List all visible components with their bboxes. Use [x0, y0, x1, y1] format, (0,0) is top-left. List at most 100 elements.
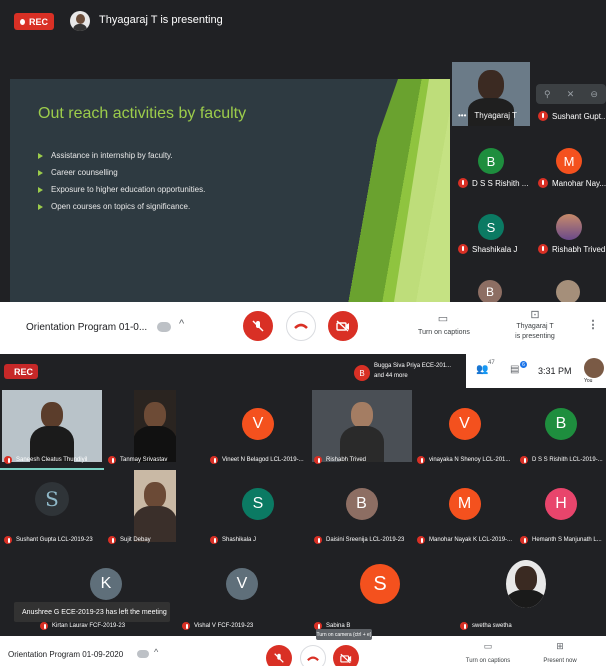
mic-off-icon — [108, 456, 116, 464]
participant-video — [312, 390, 412, 462]
chevron-up-icon[interactable]: ^ — [154, 647, 158, 657]
participant-video — [506, 560, 546, 608]
bullet-arrow-icon — [38, 169, 43, 176]
participant-tile[interactable]: S Sabina B — [310, 550, 450, 636]
participant-tile[interactable]: Saneesh Cleatus Thundiyil — [0, 390, 104, 470]
participant-tile[interactable]: swetha swetha — [456, 550, 596, 636]
participant-tile[interactable]: ⚲ ✕ ⊖ Sushant Gupt... — [532, 62, 606, 126]
participant-avatar: V — [226, 568, 258, 600]
participant-tile[interactable]: Vvinayaka N Shenoy LCL-201... — [413, 390, 516, 470]
present-icon[interactable]: ⊡ — [525, 308, 545, 321]
mic-off-icon — [460, 622, 468, 630]
participant-name: Hemanth S Manjunath L... — [520, 536, 604, 544]
participant-avatar: B — [478, 280, 502, 302]
participant-name: Sushant Gupta LCL-2019-23 — [4, 536, 102, 544]
participant-avatar: S — [242, 488, 274, 520]
record-dot-icon — [20, 18, 25, 25]
participant-tile[interactable]: Rishabh Trived — [310, 390, 413, 470]
participant-video — [134, 390, 176, 462]
participant-tile[interactable]: B D S S Rishith ... — [452, 140, 530, 196]
mic-off-icon — [314, 456, 322, 464]
people-icon[interactable]: 👥 — [476, 364, 488, 375]
participant-avatar: B — [478, 148, 504, 174]
camera-toggle-button[interactable] — [328, 311, 358, 341]
slide-bullet: Open courses on topics of significance. — [38, 202, 205, 211]
self-avatar[interactable] — [584, 358, 604, 378]
participant-tile[interactable]: ••• Thyagaraj T — [452, 62, 530, 126]
participant-avatar — [556, 214, 582, 240]
participant-name: Sujit Debay — [108, 536, 204, 544]
participant-name: Vineet N Belagod LCL-2019-... — [210, 456, 308, 464]
participant-tile[interactable]: K Kirtan Laurav FCF-2019-23 — [36, 550, 176, 636]
mic-off-icon — [417, 456, 425, 464]
participant-tile[interactable] — [532, 270, 606, 302]
participant-tile[interactable]: Sujit Debay — [104, 470, 206, 550]
participant-tile[interactable]: V Vineet N Belagod LCL-2019-... — [206, 390, 310, 470]
leave-call-button[interactable] — [286, 311, 316, 341]
meeting-title[interactable]: Orientation Program 01-09-2020 — [8, 650, 123, 659]
mic-toggle-button[interactable] — [266, 645, 292, 666]
meeting-title[interactable]: Orientation Program 01-0... — [26, 322, 147, 333]
meeting-details-icon[interactable] — [137, 650, 149, 658]
mic-off-icon — [538, 178, 548, 188]
participant-tile[interactable]: M Manohar Nay... — [532, 140, 606, 196]
presenting-label[interactable]: Thyagaraj T — [500, 323, 570, 330]
self-label: You — [584, 378, 593, 384]
participant-tile[interactable]: S Shashikala J — [206, 470, 310, 550]
pin-icon[interactable]: ⚲ — [544, 89, 551, 100]
bullet-arrow-icon — [38, 203, 43, 210]
presenter-bar: REC Thyagaraj T is presenting — [0, 0, 606, 42]
participant-tile[interactable]: M Manohar Nayak K LCL-2019-... — [413, 470, 516, 550]
participant-video — [134, 470, 176, 542]
participant-name: vinayaka N Shenoy LCL-201... — [417, 456, 514, 464]
mic-off-icon — [520, 456, 528, 464]
participant-name: Saneesh Cleatus Thundiyil — [4, 456, 102, 464]
present-icon[interactable]: ⊞ — [552, 641, 568, 652]
participant-avatar: M — [448, 488, 481, 520]
presenting-label[interactable]: is presenting — [500, 333, 570, 340]
participant-tile[interactable]: V Vishal V FCF-2019-23 — [178, 550, 306, 636]
participant-tile[interactable]: B D S S Rishith LCL-2019-... — [516, 390, 606, 470]
participant-tile[interactable]: B — [452, 270, 530, 302]
presenter-avatar — [70, 11, 90, 31]
camera-toggle-button[interactable] — [333, 645, 359, 666]
mic-off-icon — [108, 536, 116, 544]
mute-icon[interactable]: ✕ — [567, 89, 575, 100]
slide-bullet: Career counselling — [38, 168, 205, 177]
remove-icon[interactable]: ⊖ — [590, 89, 598, 100]
camera-off-icon — [340, 653, 352, 663]
captions-label[interactable]: Turn on captions — [455, 658, 521, 664]
chevron-up-icon[interactable]: ^ — [179, 318, 184, 330]
participant-tile[interactable]: B Daisini Sreenija LCL-2019-23 — [310, 470, 413, 550]
more-options-icon[interactable]: ⋮ — [587, 318, 599, 331]
participant-name: Kirtan Laurav FCF-2019-23 — [40, 622, 174, 630]
mic-off-icon — [314, 536, 322, 544]
participant-name: Tanmay Srivastav — [108, 456, 204, 464]
people-count: 47 — [488, 360, 495, 366]
mic-off-icon — [538, 244, 548, 254]
more-options-icon: ••• — [458, 111, 467, 120]
participant-tile[interactable]: Rishabh Trived — [532, 206, 606, 262]
top-right-toolbar: 👥 47 ▤ 6 3:31 PM You — [466, 354, 606, 388]
meeting-details-icon[interactable] — [157, 322, 171, 332]
mic-toggle-button[interactable] — [243, 311, 273, 341]
mic-off-icon — [274, 653, 284, 663]
participant-tile[interactable]: H Hemanth S Manjunath L... — [516, 470, 606, 550]
captions-icon[interactable]: ▭ — [433, 312, 453, 325]
participant-name: Shashikala J — [210, 536, 308, 544]
participant-tile[interactable]: S Shashikala J — [452, 206, 530, 262]
participant-avatar: V — [242, 408, 274, 440]
leave-call-button[interactable] — [300, 645, 326, 666]
captions-icon[interactable]: ▭ — [480, 641, 496, 652]
present-now-label[interactable]: Present now — [528, 658, 592, 664]
participant-name: Manohar Nayak K LCL-2019-... — [417, 536, 514, 544]
recording-badge: REC — [14, 13, 54, 30]
participant-name: swetha swetha — [460, 622, 594, 630]
captions-label[interactable]: Turn on captions — [405, 329, 483, 336]
chat-icon[interactable]: ▤ — [510, 364, 519, 375]
participant-tile[interactable]: S Sushant Gupta LCL-2019-23 — [0, 470, 104, 550]
mic-off-icon — [210, 456, 218, 464]
participant-tile[interactable]: Tanmay Srivastav — [104, 390, 206, 470]
participant-name: Daisini Sreenija LCL-2019-23 — [314, 536, 411, 544]
participant-avatar: B — [354, 365, 370, 381]
